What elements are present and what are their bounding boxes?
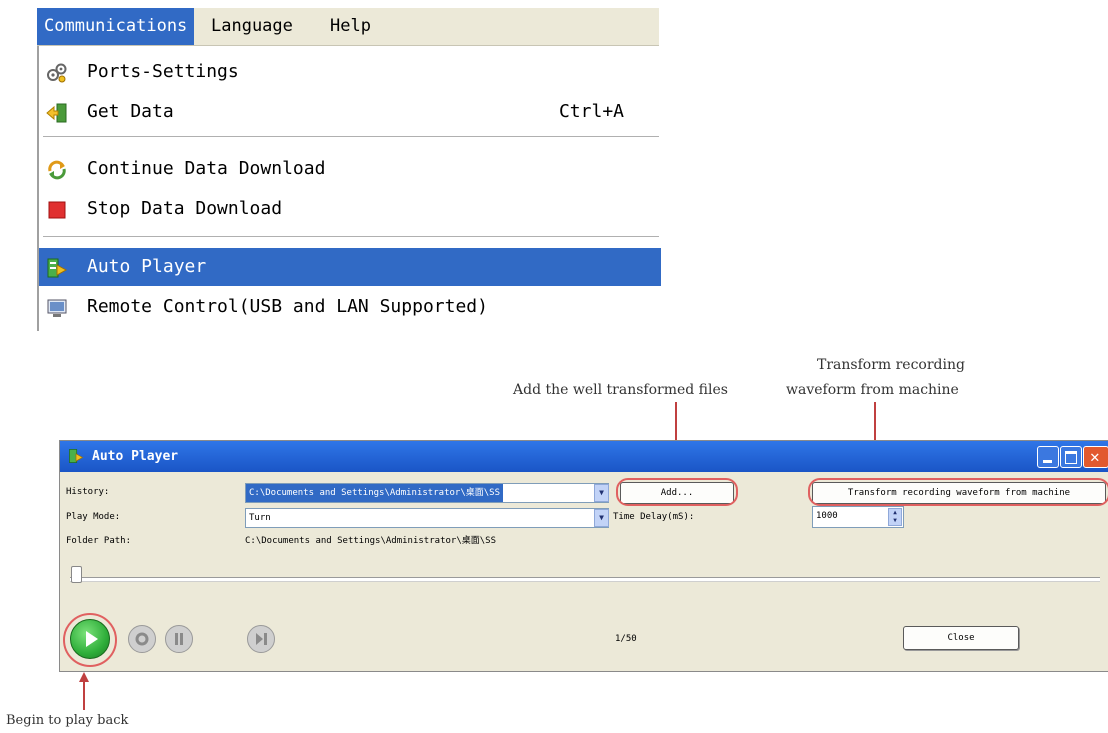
- progress-slider-track[interactable]: [70, 577, 1100, 582]
- spin-arrows-icon[interactable]: ▲ ▼: [888, 508, 902, 526]
- progress-slider-thumb[interactable]: [71, 566, 82, 583]
- history-combobox[interactable]: C:\Documents and Settings\Administrator\…: [245, 483, 609, 503]
- close-icon: ✕: [1090, 447, 1100, 466]
- chevron-down-icon: ▼: [599, 488, 604, 497]
- annotation-highlight-transform: [808, 478, 1108, 506]
- maximize-button[interactable]: [1060, 446, 1082, 468]
- play-mode-combobox[interactable]: Turn: [245, 508, 609, 528]
- auto-player-dialog: Auto Player ✕ History: C:\Documents and …: [59, 440, 1108, 672]
- time-delay-label: Time Delay(mS):: [613, 512, 695, 522]
- chevron-down-icon: ▼: [599, 513, 604, 522]
- play-mode-dropdown-button[interactable]: ▼: [594, 509, 609, 527]
- auto-player-icon: [69, 449, 84, 463]
- maximize-icon: [1065, 451, 1077, 464]
- play-mode-label: Play Mode:: [66, 512, 121, 522]
- close-window-button[interactable]: ✕: [1083, 446, 1108, 468]
- history-label: History:: [66, 487, 110, 497]
- history-value: C:\Documents and Settings\Administrator\…: [246, 484, 503, 502]
- minimize-icon: [1043, 460, 1052, 463]
- dialog-titlebar: Auto Player ✕: [60, 441, 1108, 472]
- minimize-button[interactable]: [1037, 446, 1059, 468]
- skip-icon: [256, 633, 267, 645]
- time-delay-spinbox[interactable]: 1000 ▲ ▼: [812, 506, 904, 528]
- folder-path-value: C:\Documents and Settings\Administrator\…: [245, 536, 496, 546]
- stop-circle-icon: [135, 632, 149, 646]
- time-delay-value: 1000: [816, 511, 838, 521]
- dialog-title: Auto Player: [92, 449, 179, 464]
- skip-button[interactable]: [247, 625, 275, 653]
- annotation-highlight-add: [616, 478, 738, 506]
- pause-icon: [175, 633, 183, 645]
- close-button[interactable]: Close: [903, 626, 1019, 650]
- annotation-highlight-play: [63, 613, 117, 667]
- play-mode-value: Turn: [249, 513, 271, 523]
- history-dropdown-button[interactable]: ▼: [594, 484, 609, 502]
- stop-button[interactable]: [128, 625, 156, 653]
- folder-path-label: Folder Path:: [66, 536, 132, 546]
- playback-counter: 1/50: [615, 634, 637, 644]
- pause-button[interactable]: [165, 625, 193, 653]
